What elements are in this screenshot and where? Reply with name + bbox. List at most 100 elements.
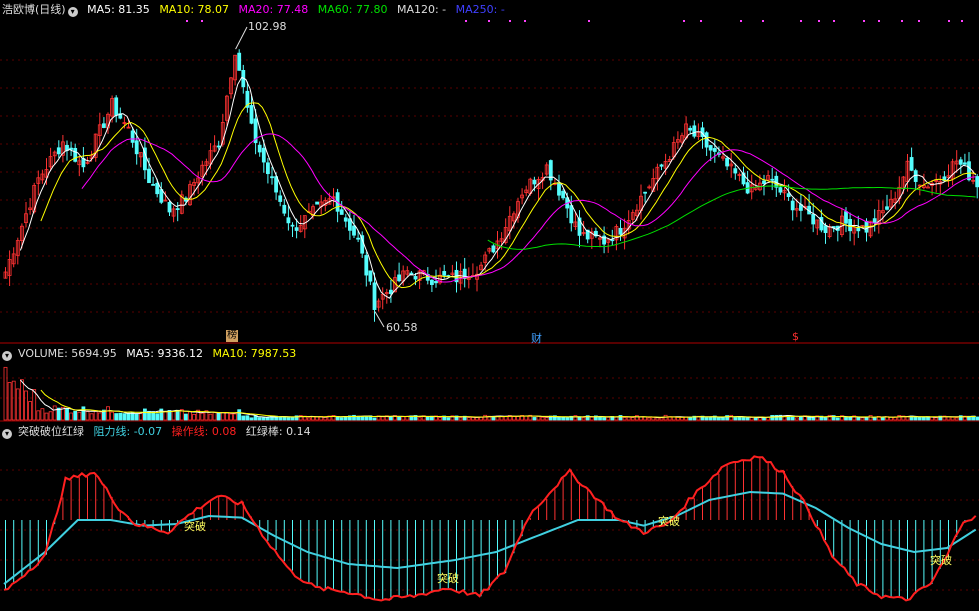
candle-body	[778, 187, 783, 193]
candle-body	[708, 145, 713, 151]
candle-body	[643, 191, 647, 194]
volume-bar	[155, 413, 160, 421]
tag-cai[interactable]: 财	[531, 330, 542, 346]
chevron-down-icon[interactable]: ▾	[67, 7, 78, 17]
candle-body	[294, 227, 299, 231]
volume-bar	[676, 417, 680, 421]
event-marker	[683, 20, 685, 22]
candle-body	[56, 147, 61, 155]
volume-bar	[233, 413, 238, 421]
volume-bar	[659, 417, 664, 421]
volume-ma10-line	[40, 389, 976, 418]
breakout-label: 突破	[184, 520, 206, 533]
volume-bar	[380, 416, 385, 421]
candle-body	[569, 205, 574, 224]
candle-body	[963, 162, 967, 165]
candle-body	[397, 274, 402, 282]
volume-bar	[183, 413, 188, 421]
candle-body	[167, 202, 172, 213]
candle-body	[848, 218, 852, 232]
event-marker	[818, 20, 820, 22]
event-marker	[524, 20, 526, 22]
candle-body	[265, 162, 270, 175]
volume-bar	[922, 416, 926, 421]
candle-body	[692, 125, 697, 137]
volume-bar	[446, 417, 451, 421]
volume-bar	[69, 412, 73, 421]
candle-body	[372, 282, 377, 310]
candle-body	[155, 182, 160, 195]
volume-title[interactable]: VOLUME: 5694.95	[18, 347, 117, 360]
event-marker	[833, 20, 835, 22]
volume-bar	[114, 413, 119, 421]
volume-bar	[581, 417, 586, 421]
volume-bar	[811, 417, 816, 421]
volume-bar	[224, 412, 229, 421]
chevron-down-icon[interactable]: ▾	[2, 429, 12, 439]
candle-body	[856, 227, 861, 232]
candle-body	[216, 145, 221, 148]
volume-bar	[315, 416, 320, 421]
volume-bar	[934, 417, 939, 421]
candle-body	[712, 148, 717, 152]
volume-bar	[622, 417, 627, 421]
ma20-label: MA20: 77.48	[238, 3, 309, 16]
volume-bar	[749, 417, 754, 421]
candle-body	[967, 161, 971, 181]
candle-body	[409, 272, 414, 275]
candle-body	[274, 176, 279, 193]
candle-body	[602, 235, 606, 245]
main-pane-header: 浩欧博(日线) ▾ MA5: 81.35 MA10: 78.07 MA20: 77…	[2, 2, 511, 18]
chart-canvas	[0, 20, 979, 602]
volume-bar	[93, 410, 98, 421]
event-marker	[488, 20, 490, 22]
breakout-label: 突破	[658, 515, 680, 528]
candle-body	[159, 189, 164, 203]
volume-bar	[688, 416, 693, 421]
event-marker	[948, 20, 950, 22]
volume-bar	[860, 417, 865, 421]
volume-bar	[561, 416, 565, 421]
volume-bar	[188, 411, 192, 421]
volume-bar	[171, 410, 176, 421]
volume-bar	[425, 416, 430, 421]
volume-bar	[630, 417, 635, 421]
volume-bar	[44, 412, 49, 421]
chevron-down-icon[interactable]: ▾	[2, 351, 12, 361]
candle-body	[290, 224, 295, 227]
candle-body	[844, 211, 848, 224]
resistance-line	[3, 490, 977, 585]
indicator-title[interactable]: 突破破位红绿	[18, 425, 84, 438]
volume-bar	[216, 412, 221, 421]
candle-body	[151, 184, 156, 186]
volume-bar	[36, 410, 41, 421]
main-pane-title[interactable]: 浩欧博(日线)	[2, 3, 66, 16]
tag-bang[interactable]: 榜	[226, 330, 238, 342]
volume-bar	[721, 417, 725, 421]
volume-bar	[950, 416, 955, 421]
candle-body	[885, 206, 889, 210]
volume-bar	[483, 414, 488, 421]
volume-bar	[893, 417, 898, 421]
volume-bar	[245, 415, 250, 421]
volume-bar	[466, 417, 471, 421]
volume-bar	[647, 417, 652, 421]
volume-bar	[134, 413, 139, 421]
volume-bar	[557, 417, 561, 421]
volume-bar	[733, 417, 738, 421]
candle-body	[134, 140, 139, 155]
candle-body	[704, 132, 709, 148]
candle-body	[532, 179, 537, 185]
volume-bar	[48, 411, 53, 421]
tag-dollar[interactable]: $	[792, 330, 799, 343]
volume-bar	[954, 417, 959, 421]
candle-body	[343, 217, 348, 222]
candle-body	[975, 176, 979, 188]
volume-bar	[3, 366, 8, 421]
candle-body	[249, 105, 254, 124]
volume-bar	[835, 417, 840, 421]
volume-bar	[872, 417, 877, 421]
breakout-label: 突破	[437, 572, 459, 585]
volume-bar	[122, 413, 127, 421]
low-price-label: 60.58	[386, 321, 418, 334]
